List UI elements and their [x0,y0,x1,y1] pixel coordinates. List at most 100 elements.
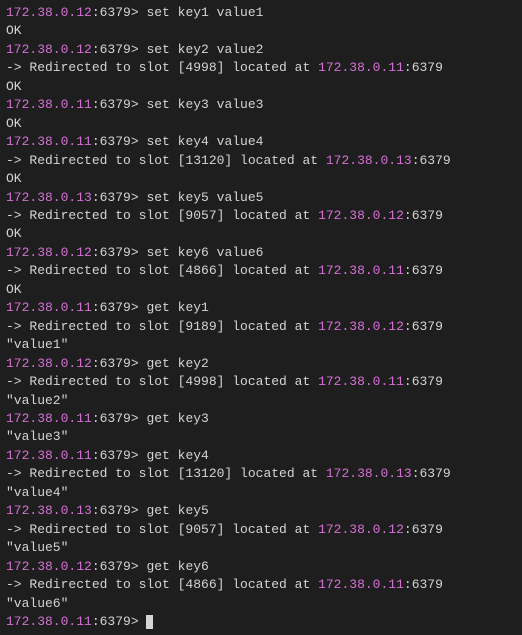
redirect-line: -> Redirected to slot [13120] located at… [6,465,516,483]
result-line: "value5" [6,539,516,557]
redirect-prefix: -> Redirected to slot [4998] located at [6,374,318,389]
active-prompt[interactable]: 172.38.0.11:6379> [6,613,516,631]
command-line: 172.38.0.11:6379> set key4 value4 [6,133,516,151]
redirect-suffix: :6379 [404,319,443,334]
redirect-prefix: -> Redirected to slot [13120] located at [6,153,326,168]
result-line: OK [6,115,516,133]
command-line: 172.38.0.11:6379> set key3 value3 [6,96,516,114]
command-text: get key6 [146,559,208,574]
redirect-suffix: :6379 [404,522,443,537]
command-line: 172.38.0.11:6379> get key1 [6,299,516,317]
prompt-ip: 172.38.0.12 [6,559,92,574]
prompt-ip: 172.38.0.13 [6,190,92,205]
command-text: get key4 [146,448,208,463]
prompt-port: :6379> [92,97,147,112]
redirect-suffix: :6379 [404,60,443,75]
command-text: get key2 [146,356,208,371]
prompt-port: :6379> [92,300,147,315]
redirect-line: -> Redirected to slot [9057] located at … [6,521,516,539]
command-line: 172.38.0.12:6379> get key6 [6,558,516,576]
prompt-port: :6379> [92,559,147,574]
prompt-port: :6379> [92,245,147,260]
command-text: get key1 [146,300,208,315]
command-text: set key4 value4 [146,134,263,149]
redirect-ip: 172.38.0.12 [318,522,404,537]
command-line: 172.38.0.11:6379> get key4 [6,447,516,465]
redirect-prefix: -> Redirected to slot [4866] located at [6,577,318,592]
prompt-port: :6379> [92,503,147,518]
redirect-ip: 172.38.0.11 [318,263,404,278]
prompt-ip: 172.38.0.12 [6,42,92,57]
redirect-suffix: :6379 [412,153,451,168]
redirect-line: -> Redirected to slot [4866] located at … [6,576,516,594]
prompt-port: :6379> [92,614,147,629]
result-line: OK [6,225,516,243]
prompt-port: :6379> [92,42,147,57]
result-line: "value6" [6,595,516,613]
redirect-ip: 172.38.0.13 [326,466,412,481]
command-line: 172.38.0.12:6379> get key2 [6,355,516,373]
prompt-ip: 172.38.0.13 [6,503,92,518]
prompt-ip: 172.38.0.11 [6,411,92,426]
result-line: OK [6,170,516,188]
prompt-ip: 172.38.0.12 [6,245,92,260]
prompt-ip: 172.38.0.11 [6,448,92,463]
prompt-ip: 172.38.0.11 [6,300,92,315]
result-line: OK [6,22,516,40]
redirect-prefix: -> Redirected to slot [4998] located at [6,60,318,75]
redirect-prefix: -> Redirected to slot [13120] located at [6,466,326,481]
result-line: "value4" [6,484,516,502]
command-line: 172.38.0.12:6379> set key1 value1 [6,4,516,22]
redirect-line: -> Redirected to slot [4866] located at … [6,262,516,280]
result-line: OK [6,281,516,299]
command-line: 172.38.0.13:6379> get key5 [6,502,516,520]
prompt-port: :6379> [92,134,147,149]
command-text: set key2 value2 [146,42,263,57]
result-line: "value3" [6,428,516,446]
redirect-line: -> Redirected to slot [13120] located at… [6,152,516,170]
redirect-ip: 172.38.0.11 [318,577,404,592]
redirect-ip: 172.38.0.11 [318,374,404,389]
command-line: 172.38.0.13:6379> set key5 value5 [6,189,516,207]
redirect-prefix: -> Redirected to slot [9189] located at [6,319,318,334]
redirect-suffix: :6379 [404,374,443,389]
redirect-line: -> Redirected to slot [9189] located at … [6,318,516,336]
redirect-suffix: :6379 [412,466,451,481]
prompt-port: :6379> [92,190,147,205]
prompt-ip: 172.38.0.11 [6,97,92,112]
redirect-suffix: :6379 [404,208,443,223]
prompt-port: :6379> [92,5,147,20]
command-line: 172.38.0.12:6379> set key2 value2 [6,41,516,59]
prompt-ip: 172.38.0.12 [6,5,92,20]
prompt-port: :6379> [92,411,147,426]
prompt-port: :6379> [92,356,147,371]
redirect-suffix: :6379 [404,263,443,278]
prompt-ip: 172.38.0.11 [6,134,92,149]
redirect-prefix: -> Redirected to slot [9057] located at [6,208,318,223]
cursor-icon [146,615,153,629]
redirect-ip: 172.38.0.12 [318,208,404,223]
command-line: 172.38.0.12:6379> set key6 value6 [6,244,516,262]
redirect-suffix: :6379 [404,577,443,592]
redirect-line: -> Redirected to slot [9057] located at … [6,207,516,225]
command-text: get key5 [146,503,208,518]
prompt-port: :6379> [92,448,147,463]
result-line: "value1" [6,336,516,354]
redirect-ip: 172.38.0.13 [326,153,412,168]
redirect-prefix: -> Redirected to slot [9057] located at [6,522,318,537]
prompt-ip: 172.38.0.12 [6,356,92,371]
terminal-output: 172.38.0.12:6379> set key1 value1OK172.3… [6,4,516,631]
redirect-ip: 172.38.0.12 [318,319,404,334]
result-line: OK [6,78,516,96]
command-text: set key1 value1 [146,5,263,20]
command-text: set key6 value6 [146,245,263,260]
command-text: set key3 value3 [146,97,263,112]
prompt-ip: 172.38.0.11 [6,614,92,629]
redirect-line: -> Redirected to slot [4998] located at … [6,373,516,391]
redirect-prefix: -> Redirected to slot [4866] located at [6,263,318,278]
command-line: 172.38.0.11:6379> get key3 [6,410,516,428]
result-line: "value2" [6,392,516,410]
command-text: set key5 value5 [146,190,263,205]
redirect-ip: 172.38.0.11 [318,60,404,75]
redirect-line: -> Redirected to slot [4998] located at … [6,59,516,77]
